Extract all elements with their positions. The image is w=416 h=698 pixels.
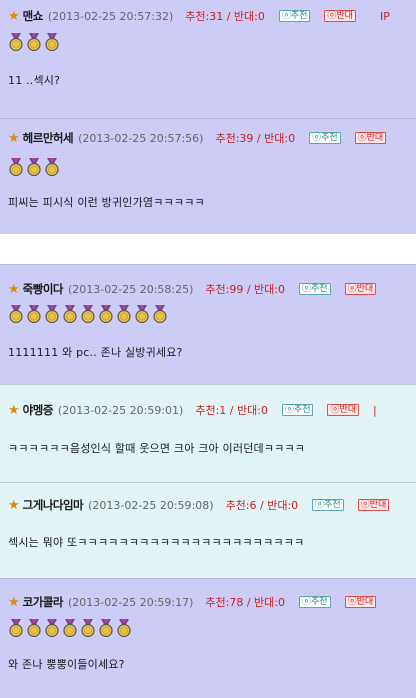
upvote-button[interactable]: ⓞ추천 [299, 283, 331, 295]
vote-count: 추천:39 / 반대:0 [215, 132, 296, 145]
medal-icon [7, 158, 25, 177]
downvote-button[interactable]: ⓞ반대 [324, 10, 356, 22]
star-icon: ★ [8, 497, 20, 513]
medal-icon [25, 619, 43, 638]
medal-icon [25, 305, 43, 324]
downvote-button[interactable]: ⓞ반대 [354, 132, 387, 144]
star-icon: ★ [8, 402, 20, 418]
upvote-button[interactable]: ⓞ추천 [299, 596, 331, 608]
medal-icon [79, 619, 97, 638]
ip-label: IP [379, 9, 390, 23]
medal-row [7, 33, 61, 52]
medal-icon [61, 305, 79, 324]
comment-author[interactable]: 죽빵이다 [23, 281, 64, 297]
medal-icon [97, 305, 115, 324]
star-icon: ★ [8, 281, 20, 297]
comment-text: 1111111 와 pc.. 존나 실방귀세요? [8, 346, 183, 359]
separator: | [373, 403, 377, 417]
vote-count: 추천:6 / 반대:0 [225, 499, 299, 512]
comment-text: 와 존나 뿡뿡이들이세요? [8, 658, 125, 671]
comment-2: ★ 헤르만허세 (2013-02-25 20:57:56) 추천:39 / 반대… [0, 118, 416, 234]
comment-5: ★ 그게나다임마 (2013-02-25 20:59:08) 추천:6 / 반대… [0, 482, 416, 578]
medal-icon [151, 305, 169, 324]
medal-icon [7, 33, 25, 52]
comment-author[interactable]: 코가콜라 [23, 594, 64, 610]
comment-author[interactable]: 맨쇼 [23, 8, 44, 24]
medal-icon [97, 619, 115, 638]
medal-icon [115, 305, 133, 324]
medal-icon [25, 158, 43, 177]
vote-count: 추천:99 / 반대:0 [205, 283, 285, 296]
comment-date: (2013-02-25 20:58:25) [67, 282, 194, 296]
medal-icon [115, 619, 133, 638]
medal-icon [43, 619, 61, 638]
star-icon: ★ [8, 594, 20, 610]
comment-text: ㅋㅋㅋㅋㅋㅋ음성인식 할때 웃으면 크아 크아 이러던데ㅋㅋㅋㅋ [8, 442, 306, 455]
downvote-button[interactable]: ⓞ반대 [344, 283, 377, 295]
medal-row [7, 305, 169, 324]
comment-date: (2013-02-25 20:57:32) [47, 9, 174, 23]
medal-icon [61, 619, 79, 638]
comment-author[interactable]: 야멩증 [23, 402, 54, 418]
comment-author[interactable]: 그게나다임마 [23, 497, 84, 513]
medal-icon [43, 305, 61, 324]
medal-icon [43, 158, 61, 177]
medal-row [7, 158, 61, 177]
star-icon: ★ [8, 130, 20, 146]
upvote-button[interactable]: ⓞ추천 [278, 10, 311, 22]
comment-date: (2013-02-25 20:59:17) [67, 595, 194, 609]
vote-count: 추천:78 / 반대:0 [205, 596, 285, 609]
vote-count: 추천:31 / 반대:0 [185, 10, 265, 23]
medal-icon [43, 33, 61, 52]
downvote-button[interactable]: ⓞ반대 [357, 499, 390, 511]
comment-text: 11 ..섹시? [8, 74, 61, 87]
comment-1: ★ 맨쇼 (2013-02-25 20:57:32) 추천:31 / 반대:0 … [0, 0, 416, 118]
medal-row [7, 619, 133, 638]
upvote-button[interactable]: ⓞ추천 [309, 132, 341, 144]
medal-icon [25, 33, 43, 52]
star-icon: ★ [8, 8, 20, 24]
comment-4: ★ 야멩증 (2013-02-25 20:59:01) 추천:1 / 반대:0 … [0, 384, 416, 482]
upvote-button[interactable]: ⓞ추천 [312, 499, 344, 511]
comment-date: (2013-02-25 20:57:56) [78, 131, 204, 145]
medal-icon [7, 305, 25, 324]
comment-text: 피씨는 피시식 이런 방귀인가염ㅋㅋㅋㅋㅋ [8, 196, 205, 209]
comment-6: ★ 코가콜라 (2013-02-25 20:59:17) 추천:78 / 반대:… [0, 578, 416, 698]
medal-icon [133, 305, 151, 324]
medal-icon [79, 305, 97, 324]
downvote-button[interactable]: ⓞ반대 [344, 596, 377, 608]
vote-count: 추천:1 / 반대:0 [195, 404, 268, 417]
comment-date: (2013-02-25 20:59:01) [57, 403, 184, 417]
downvote-button[interactable]: ⓞ반대 [327, 404, 360, 416]
medal-icon [7, 619, 25, 638]
comment-text: 섹시는 뭐야 또ㅋㅋㅋㅋㅋㅋㅋㅋㅋㅋㅋㅋㅋㅋㅋㅋㅋㅋㅋㅋㅋㅋ [8, 536, 305, 549]
comment-author[interactable]: 헤르만허세 [23, 130, 74, 146]
comment-date: (2013-02-25 20:59:08) [88, 498, 214, 512]
comment-3: ★ 죽빵이다 (2013-02-25 20:58:25) 추천:99 / 반대:… [0, 264, 416, 384]
upvote-button[interactable]: ⓞ추천 [281, 404, 314, 416]
